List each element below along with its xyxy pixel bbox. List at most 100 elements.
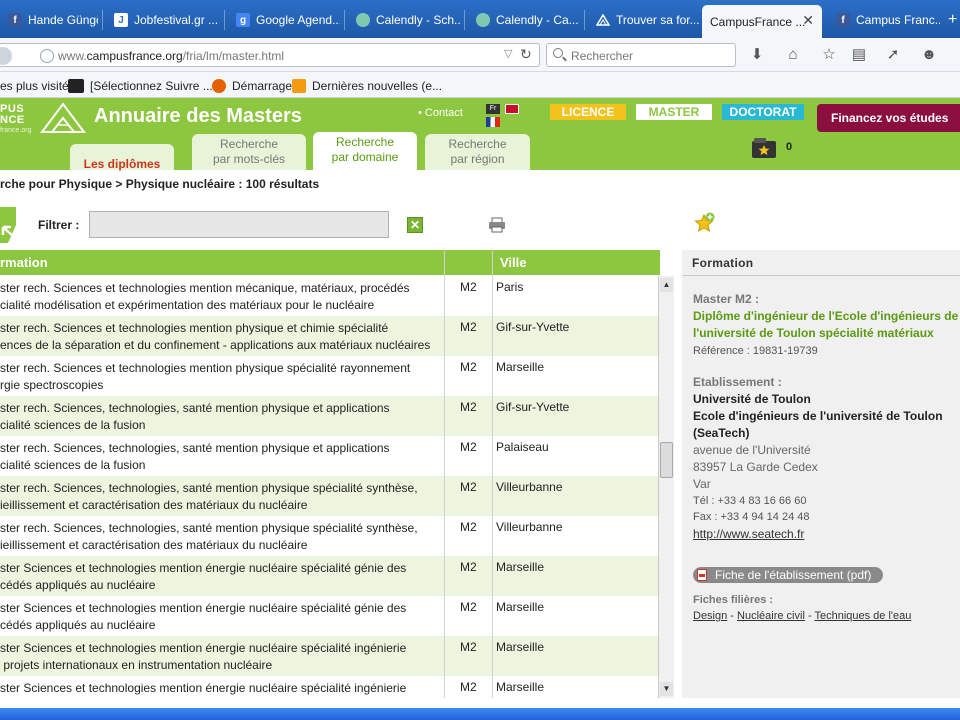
column-divider (492, 250, 493, 698)
fiche-link-nucleaire-civil[interactable]: Nucléaire civil (737, 610, 805, 622)
dropdown-arrow-icon[interactable]: ▽ (504, 47, 512, 60)
add-favorite-icon[interactable] (694, 212, 716, 234)
smiley-icon[interactable]: ☻ (920, 46, 938, 64)
website-link[interactable]: http://www.seatech.fr (693, 526, 804, 543)
tab-recherche-mots-cles[interactable]: Recherche par mots-clés (192, 134, 306, 170)
bookmark-star-icon[interactable]: ☆ (820, 46, 838, 64)
school-name: (SeaTech) (693, 426, 750, 440)
bookmark-latest-news[interactable]: Dernières nouvelles (e... (292, 79, 442, 93)
level-cell: M2 (460, 680, 477, 694)
google-icon: g (236, 13, 250, 27)
table-row[interactable]: ster rech. Sciences, technologies, santé… (0, 476, 658, 516)
bookmark-most-visited[interactable]: es plus visités (0, 79, 75, 93)
table-row[interactable]: ster Sciences et technologies mention én… (0, 596, 658, 636)
fiche-link-techniques-eau[interactable]: Techniques de l'eau (814, 610, 911, 622)
results-scrollbar[interactable]: ▲ ▼ (658, 276, 674, 698)
browser-tab[interactable]: J Jobfestival.gr ... (106, 6, 220, 34)
globe-icon (40, 49, 54, 63)
filter-input[interactable] (89, 211, 389, 238)
browser-tab[interactable]: Calendly - Sch... (348, 6, 460, 34)
table-row[interactable]: ster rech. Sciences et technologies ment… (0, 276, 658, 316)
tab-recherche-domaine[interactable]: Recherche par domaine (313, 132, 417, 170)
url-bar[interactable]: www.campusfrance.org/fria/lm/master.html… (0, 43, 540, 67)
reference: Référence : 19831-19739 (693, 345, 818, 357)
bookmark-follow[interactable]: [Sélectionnez Suivre ... (68, 79, 213, 93)
table-row[interactable]: ster rech. Sciences, technologies, santé… (0, 436, 658, 476)
reading-list-icon[interactable]: ▤ (850, 46, 868, 64)
selection-folder-icon[interactable] (750, 136, 778, 160)
os-taskbar (0, 708, 960, 720)
level-cell: M2 (460, 320, 477, 334)
finance-studies-button[interactable]: Financez vos études (817, 104, 960, 132)
url-text[interactable]: www.campusfrance.org/fria/lm/master.html (58, 49, 284, 63)
browser-tab[interactable]: g Google Agend... (228, 6, 340, 34)
table-row[interactable]: ster Sciences et technologies mention én… (0, 636, 658, 676)
selection-count: 0 (786, 141, 793, 153)
table-row[interactable]: ster rech. Sciences et technologies ment… (0, 316, 658, 356)
scrollbar-thumb[interactable] (660, 442, 673, 478)
tab-les-diplomes[interactable]: Les diplômes (70, 144, 174, 171)
table-row[interactable]: ster rech. Sciences, technologies, santé… (0, 396, 658, 436)
level-cell: M2 (460, 640, 477, 654)
facebook-icon: f (836, 13, 850, 27)
establishment-pdf-button[interactable]: Fiche de l'établissement (pdf) (693, 567, 884, 583)
campusfrance-logo[interactable]: PUS NCE (0, 104, 25, 126)
back-arrow-icon[interactable] (0, 207, 16, 243)
bookmarks-bar: es plus visités [Sélectionnez Suivre ...… (0, 72, 960, 98)
new-tab-button[interactable]: + (946, 6, 960, 34)
filter-label: Filtrer : (38, 218, 80, 232)
city-cell: Villeurbanne (496, 520, 563, 534)
back-button[interactable] (0, 47, 12, 65)
browser-tab[interactable]: f Campus Franc... (828, 6, 940, 34)
address-line: avenue de l'Université (693, 443, 811, 457)
bookmark-start[interactable]: Démarrage (212, 79, 292, 93)
french-language-button[interactable]: Fr (486, 104, 500, 114)
address-line: 83957 La Garde Cedex (693, 460, 818, 474)
fiche-link-design[interactable]: Design (693, 610, 727, 622)
contact-link[interactable]: • Contact (418, 107, 463, 119)
formation-cell: ster rech. Sciences et technologies ment… (0, 321, 431, 352)
column-ville[interactable]: Ville (500, 255, 527, 270)
home-icon[interactable]: ⌂ (784, 46, 802, 64)
table-row[interactable]: ster rech. Sciences et technologies ment… (0, 356, 658, 396)
city-cell: Marseille (496, 680, 545, 694)
formation-cell: ster rech. Sciences et technologies ment… (0, 361, 411, 392)
fiches-links: Design - Nucléaire civil - Techniques de… (693, 610, 912, 622)
breadcrumb: rche pour Physique > Physique nucléaire … (0, 177, 320, 191)
licence-button[interactable]: LICENCE (550, 104, 626, 120)
scroll-down-icon[interactable]: ▼ (660, 682, 673, 696)
browser-tab[interactable]: Calendly - Ca... (468, 6, 580, 34)
campusfrance-icon (596, 13, 610, 27)
table-row[interactable]: ster Sciences et technologies mention én… (0, 676, 658, 698)
doctorat-button[interactable]: DOCTORAT (722, 104, 804, 120)
send-icon[interactable]: ➚ (884, 46, 902, 64)
column-formation[interactable]: rmation (0, 255, 48, 270)
french-flag-icon[interactable] (486, 117, 500, 127)
city-cell: Marseille (496, 560, 545, 574)
calendly-icon (356, 13, 370, 27)
table-row[interactable]: ster Sciences et technologies mention én… (0, 556, 658, 596)
browser-search-input[interactable]: Rechercher (546, 43, 736, 67)
scroll-up-icon[interactable]: ▲ (660, 278, 673, 292)
browser-tab-active[interactable]: CampusFrance ... ✕ (702, 5, 822, 38)
diploma-title: Diplôme d'ingénieur de l'Ecole d'ingénie… (693, 309, 959, 323)
browser-tab[interactable]: f Hande Güngör (0, 6, 98, 34)
site-icon (68, 79, 84, 93)
browser-tab[interactable]: Trouver sa for... (588, 6, 700, 34)
city-cell: Gif-sur-Yvette (496, 320, 570, 334)
clear-filter-button[interactable]: ✕ (407, 217, 423, 233)
master-button[interactable]: MASTER (636, 104, 712, 120)
reload-icon[interactable]: ↻ (520, 46, 532, 63)
level-cell: M2 (460, 400, 477, 414)
tab-recherche-region[interactable]: Recherche par région (425, 134, 530, 170)
fax: Fax : +33 4 94 14 24 48 (693, 511, 810, 523)
site-icon: J (114, 13, 128, 27)
formation-cell: ster Sciences et technologies mention én… (0, 601, 407, 632)
print-icon[interactable] (488, 217, 506, 233)
english-flag-icon[interactable] (505, 104, 519, 114)
download-icon[interactable]: ⬇ (748, 46, 766, 64)
table-row[interactable]: ster rech. Sciences, technologies, santé… (0, 516, 658, 556)
level-cell: M2 (460, 560, 477, 574)
close-icon[interactable]: ✕ (802, 12, 814, 29)
university-name: Université de Toulon (693, 392, 811, 406)
